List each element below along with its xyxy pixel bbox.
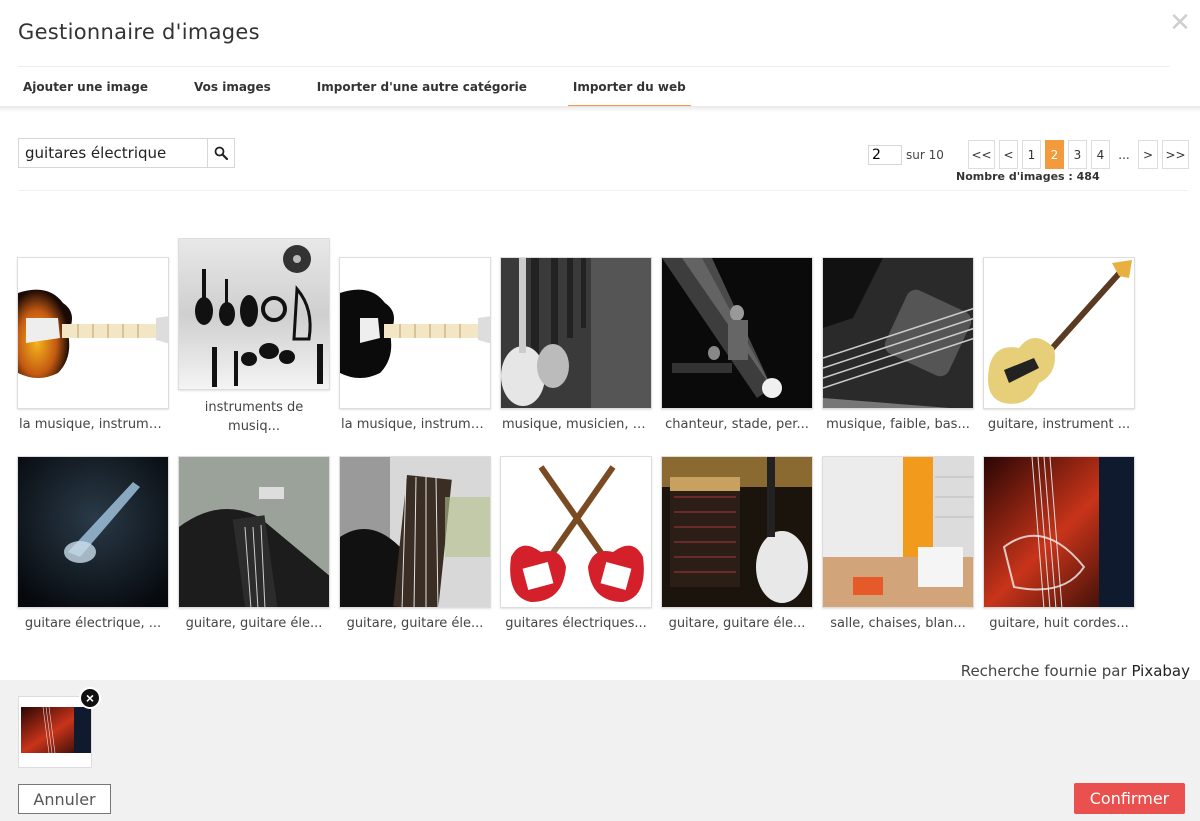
page-3-button[interactable]: 3 [1068,140,1087,169]
result-item: musique, musicien, p... [500,257,652,432]
result-caption: musique, faible, bas... [826,417,970,432]
remove-selected-button[interactable]: × [79,687,101,709]
tab-bar: Ajouter une image Vos images Importer d'… [18,70,727,107]
search-input[interactable] [19,139,207,167]
result-caption: instruments de musiq... [204,400,304,434]
next-page-button[interactable]: > [1138,140,1158,169]
result-image[interactable] [178,456,330,608]
result-image[interactable] [661,456,813,608]
page-2-button[interactable]: 2 [1045,140,1064,169]
credit-provider-link[interactable]: Pixabay [1131,662,1190,680]
result-image[interactable] [339,257,491,409]
result-item: guitare électrique, ... [17,456,169,631]
result-image[interactable] [17,257,169,409]
result-item: la musique, instrume... [339,257,491,432]
result-item: guitare, huit cordes... [983,456,1135,631]
result-item: guitare, guitare éle... [339,456,491,631]
result-item: guitare, instrument ... [983,257,1135,432]
result-item: instruments de musiq... [178,238,330,436]
header-shadow [0,106,1200,112]
confirm-button[interactable]: Confirmer [1074,783,1185,814]
result-image[interactable] [339,456,491,608]
page-number-input[interactable] [868,145,902,165]
tab-import-web[interactable]: Importer du web [567,70,691,107]
image-count: Nombre d'images : 484 [956,170,1100,183]
result-item: guitares électriques... [500,456,652,631]
result-image[interactable] [983,456,1135,608]
result-caption: guitare, huit cordes... [989,616,1129,631]
prev-page-button[interactable]: < [999,140,1018,169]
first-page-button[interactable]: << [968,140,995,169]
toolbar-divider [18,190,1188,191]
search-box [18,138,235,168]
cancel-button[interactable]: Annuler [18,784,111,814]
result-image[interactable] [983,257,1135,409]
result-caption: musique, musicien, p... [502,417,652,432]
result-item: chanteur, stade, per... [661,257,813,432]
result-caption: chanteur, stade, per... [665,417,809,432]
tab-your-images[interactable]: Vos images [189,70,276,107]
search-credit: Recherche fournie par Pixabay [961,662,1190,680]
result-item: musique, faible, bas... [822,257,974,432]
result-image[interactable] [17,456,169,608]
result-caption: guitare, guitare éle... [346,616,484,631]
result-caption: guitares électriques... [505,616,647,631]
result-image[interactable] [822,257,974,409]
result-image[interactable] [661,257,813,409]
selected-image: × [18,687,101,768]
result-caption: guitare électrique, ... [24,616,162,631]
result-item: guitare, guitare éle... [661,456,813,631]
tab-import-other-category[interactable]: Importer d'une autre catégorie [312,70,532,107]
result-image[interactable] [178,238,330,390]
page-4-button[interactable]: 4 [1091,140,1110,169]
last-page-button[interactable]: >> [1162,140,1189,169]
modal-title: Gestionnaire d'images [18,20,260,44]
close-icon: × [85,690,95,706]
result-caption: guitare, guitare éle... [668,616,806,631]
result-image[interactable] [822,456,974,608]
credit-prefix: Recherche fournie par [960,662,1127,680]
selected-thumbnail [21,707,91,753]
result-caption: guitare, guitare éle... [185,616,323,631]
search-icon [214,146,228,160]
page-total-label: sur 10 [906,148,944,162]
tabs-divider [18,66,1170,67]
result-item: salle, chaises, blan... [822,456,974,631]
selection-footer: × Annuler Confirmer [0,680,1200,821]
result-caption: la musique, instrume... [341,417,491,432]
page-1-button[interactable]: 1 [1022,140,1041,169]
result-caption: salle, chaises, blan... [830,616,966,631]
pagination-ellipsis: ... [1114,140,1134,169]
image-manager-modal: Gestionnaire d'images ✕ Ajouter une imag… [0,0,1200,821]
result-caption: la musique, instrume... [19,417,169,432]
result-item: la musique, instrume... [17,257,169,432]
result-image[interactable] [500,257,652,409]
tab-add-image[interactable]: Ajouter une image [18,70,153,107]
result-caption: guitare, instrument ... [987,417,1131,432]
pagination: << < 1 2 3 4 ... > >> [968,140,1193,169]
search-button[interactable] [207,139,234,167]
close-icon[interactable]: ✕ [1166,8,1194,36]
result-image[interactable] [500,456,652,608]
result-item: guitare, guitare éle... [178,456,330,631]
